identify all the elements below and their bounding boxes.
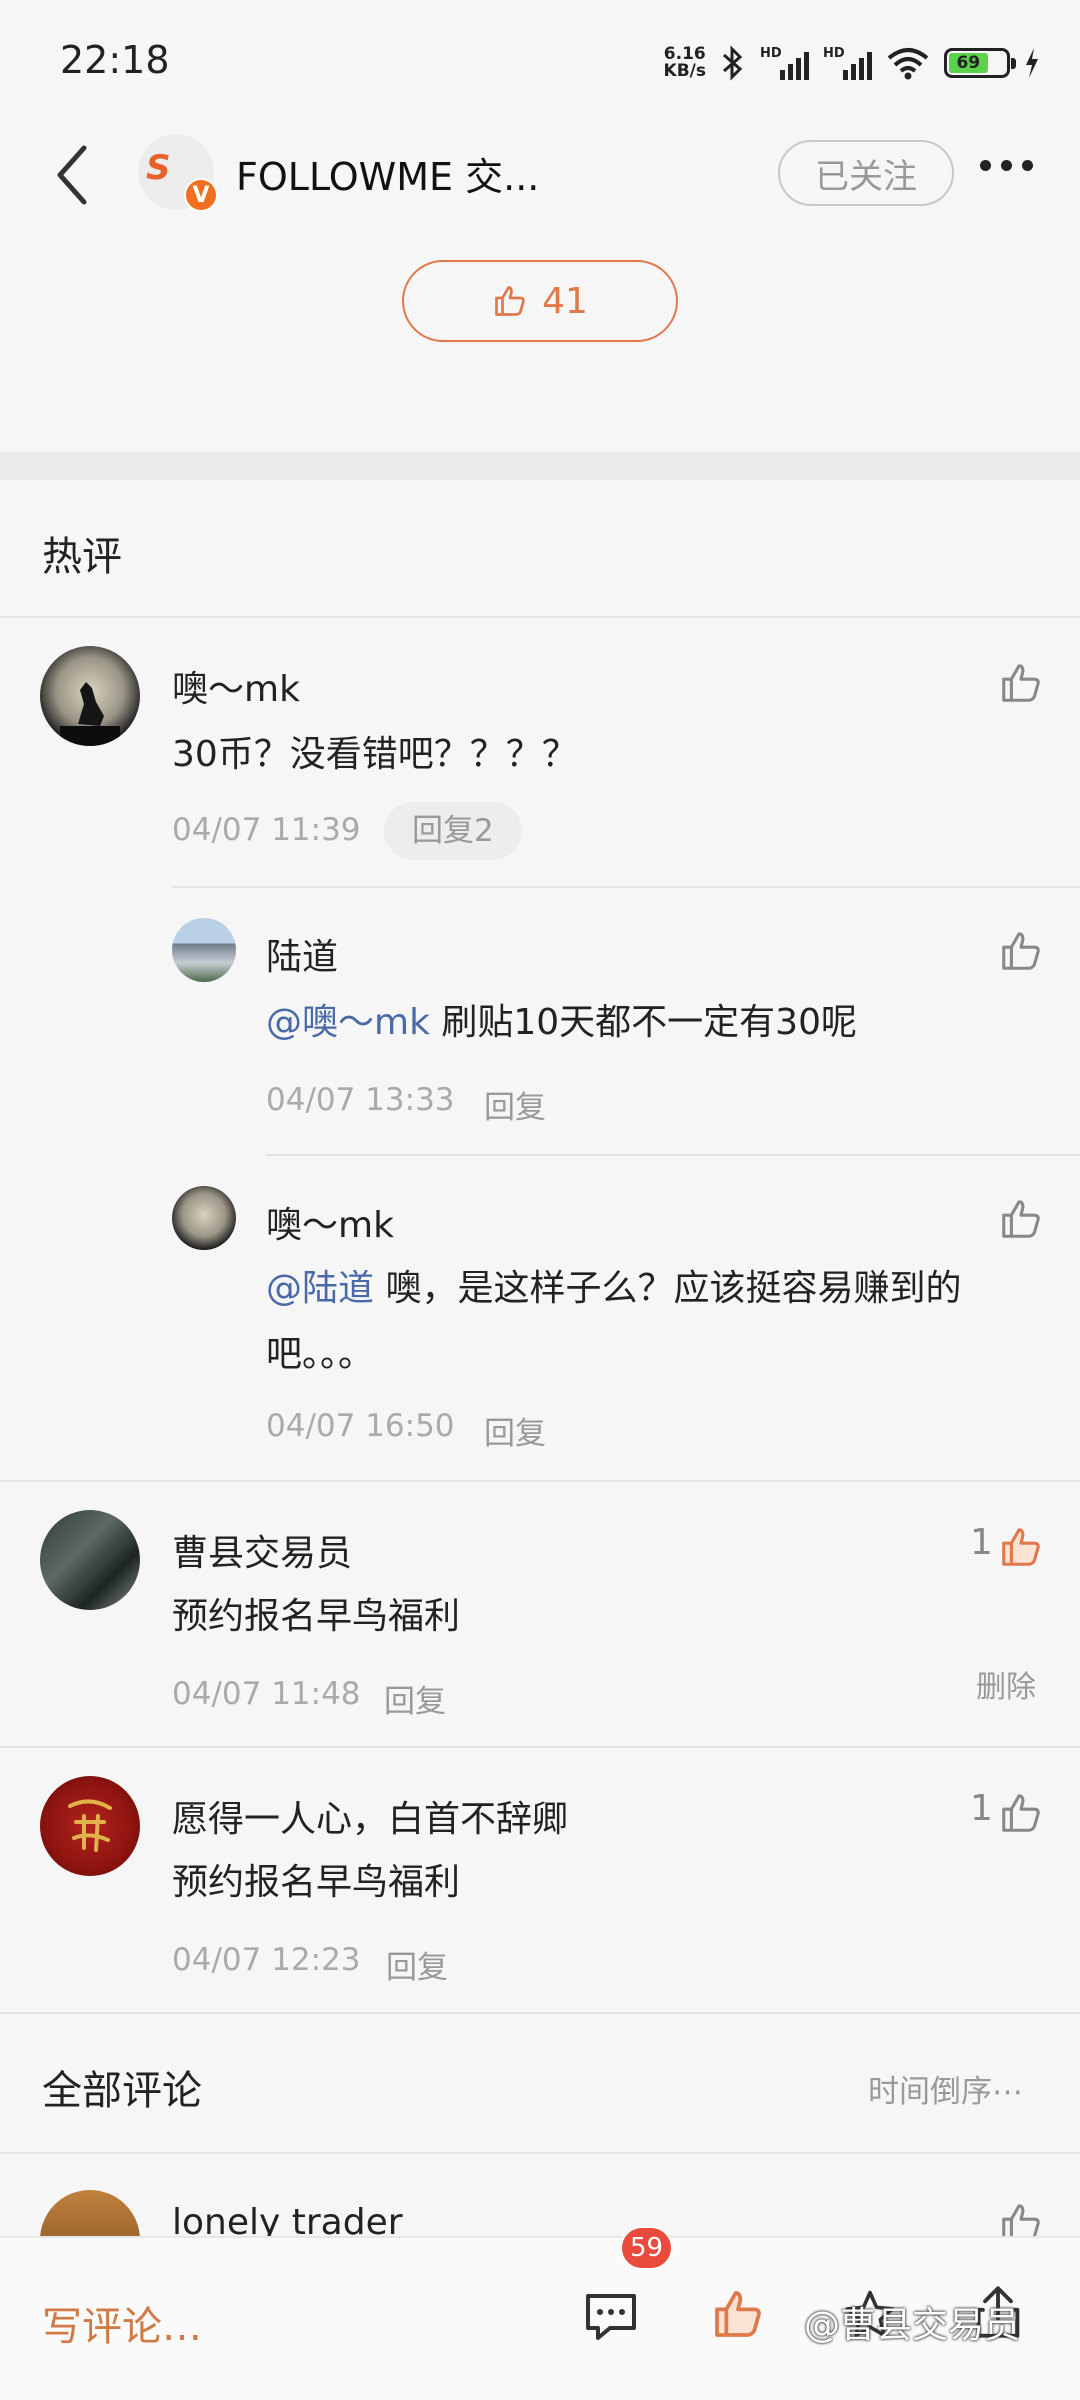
status-icons: 6.16 KB/s HD HD 69 (664, 40, 1040, 86)
comment-time: 04/07 11:48 (172, 1676, 361, 1712)
sort-selector[interactable]: 时间倒序⋯ (868, 2066, 1023, 2111)
reply-button[interactable]: 回复 (386, 1942, 448, 1987)
post-like-button[interactable]: 41 (402, 260, 678, 342)
wifi-icon (887, 48, 929, 80)
page-title[interactable]: FOLLOWME 交... (236, 146, 539, 201)
like-count: 1 (970, 1788, 993, 1829)
divider (0, 2152, 1080, 2154)
thumb-up-icon (495, 286, 525, 316)
comment-text: 30币？没看错吧？？？？ (172, 734, 578, 775)
post-like-count: 41 (542, 280, 588, 322)
hot-comments-title: 热评 (42, 534, 122, 580)
avatar[interactable] (40, 1776, 140, 1876)
comment-author[interactable]: 噢～mk (172, 660, 300, 712)
thumb-up-icon[interactable] (998, 1524, 1044, 1570)
charging-icon (1026, 48, 1038, 78)
divider (0, 1480, 1080, 1482)
thumb-up-icon[interactable] (998, 928, 1044, 974)
verified-badge: V (184, 178, 218, 212)
avatar[interactable] (40, 1510, 140, 1610)
reply-text: @噢～mk 刷贴10天都不一定有30呢 (266, 1002, 857, 1043)
signal-sim1-icon: HD (760, 46, 809, 80)
section-separator (0, 452, 1080, 480)
comment-time: 04/07 12:23 (172, 1942, 361, 1978)
divider (0, 2012, 1080, 2014)
bluetooth-icon (723, 45, 743, 81)
account-logo[interactable]: S V (138, 134, 218, 212)
avatar[interactable] (40, 646, 140, 746)
thumb-up-icon[interactable] (998, 660, 1044, 706)
avatar[interactable] (172, 918, 236, 982)
thumb-up-icon[interactable] (710, 2286, 766, 2342)
comment-count-badge: 59 (620, 2226, 674, 2270)
comment-text: 预约报名早鸟福利 (172, 1862, 461, 1903)
comment-text: 预约报名早鸟福利 (172, 1596, 461, 1637)
divider (172, 886, 1080, 888)
mention-link[interactable]: @陆道 (266, 1268, 374, 1309)
more-dots-icon[interactable] (980, 160, 1033, 171)
reply-time: 04/07 16:50 (266, 1408, 455, 1444)
net-speed: 6.16 KB/s (663, 44, 706, 81)
signal-sim2-icon: HD (823, 46, 872, 80)
comment-input[interactable]: 写评论… (42, 2294, 202, 2352)
comment-time: 04/07 11:39 (172, 812, 361, 848)
reply-text: @陆道 噢，是这样子么？应该挺容易赚到的吧。。。 (266, 1268, 962, 1375)
delete-button[interactable]: 删除 (976, 1662, 1036, 1706)
thumb-up-icon[interactable] (998, 1790, 1044, 1836)
avatar[interactable] (172, 1186, 236, 1250)
comment-author[interactable]: 愿得一人心，白首不辞卿 (172, 1790, 568, 1842)
comment-icon[interactable] (582, 2290, 640, 2344)
status-time: 22:18 (60, 38, 170, 82)
reply-button[interactable]: 回复 (484, 1408, 546, 1453)
like-count: 1 (970, 1522, 993, 1563)
thumb-up-icon[interactable] (998, 1196, 1044, 1242)
divider (0, 1746, 1080, 1748)
reply-time: 04/07 13:33 (266, 1082, 455, 1118)
mention-link[interactable]: @噢～mk (266, 1002, 430, 1043)
back-arrow-icon[interactable] (48, 140, 98, 210)
all-comments-title: 全部评论 (42, 2068, 202, 2114)
reply-button[interactable]: 回复 (484, 1082, 546, 1127)
divider (0, 616, 1080, 618)
divider (266, 1154, 1080, 1156)
follow-button[interactable]: 已关注 (778, 140, 954, 206)
battery-icon: 69 (944, 48, 1016, 78)
reply-author[interactable]: 噢～mk (266, 1196, 394, 1248)
view-replies-button[interactable]: 回复2 (384, 802, 522, 860)
comment-author[interactable]: 曹县交易员 (172, 1524, 352, 1576)
watermark: @曹县交易员 (804, 2305, 1021, 2346)
reply-button[interactable]: 回复 (384, 1676, 446, 1721)
reply-author[interactable]: 陆道 (266, 928, 338, 980)
